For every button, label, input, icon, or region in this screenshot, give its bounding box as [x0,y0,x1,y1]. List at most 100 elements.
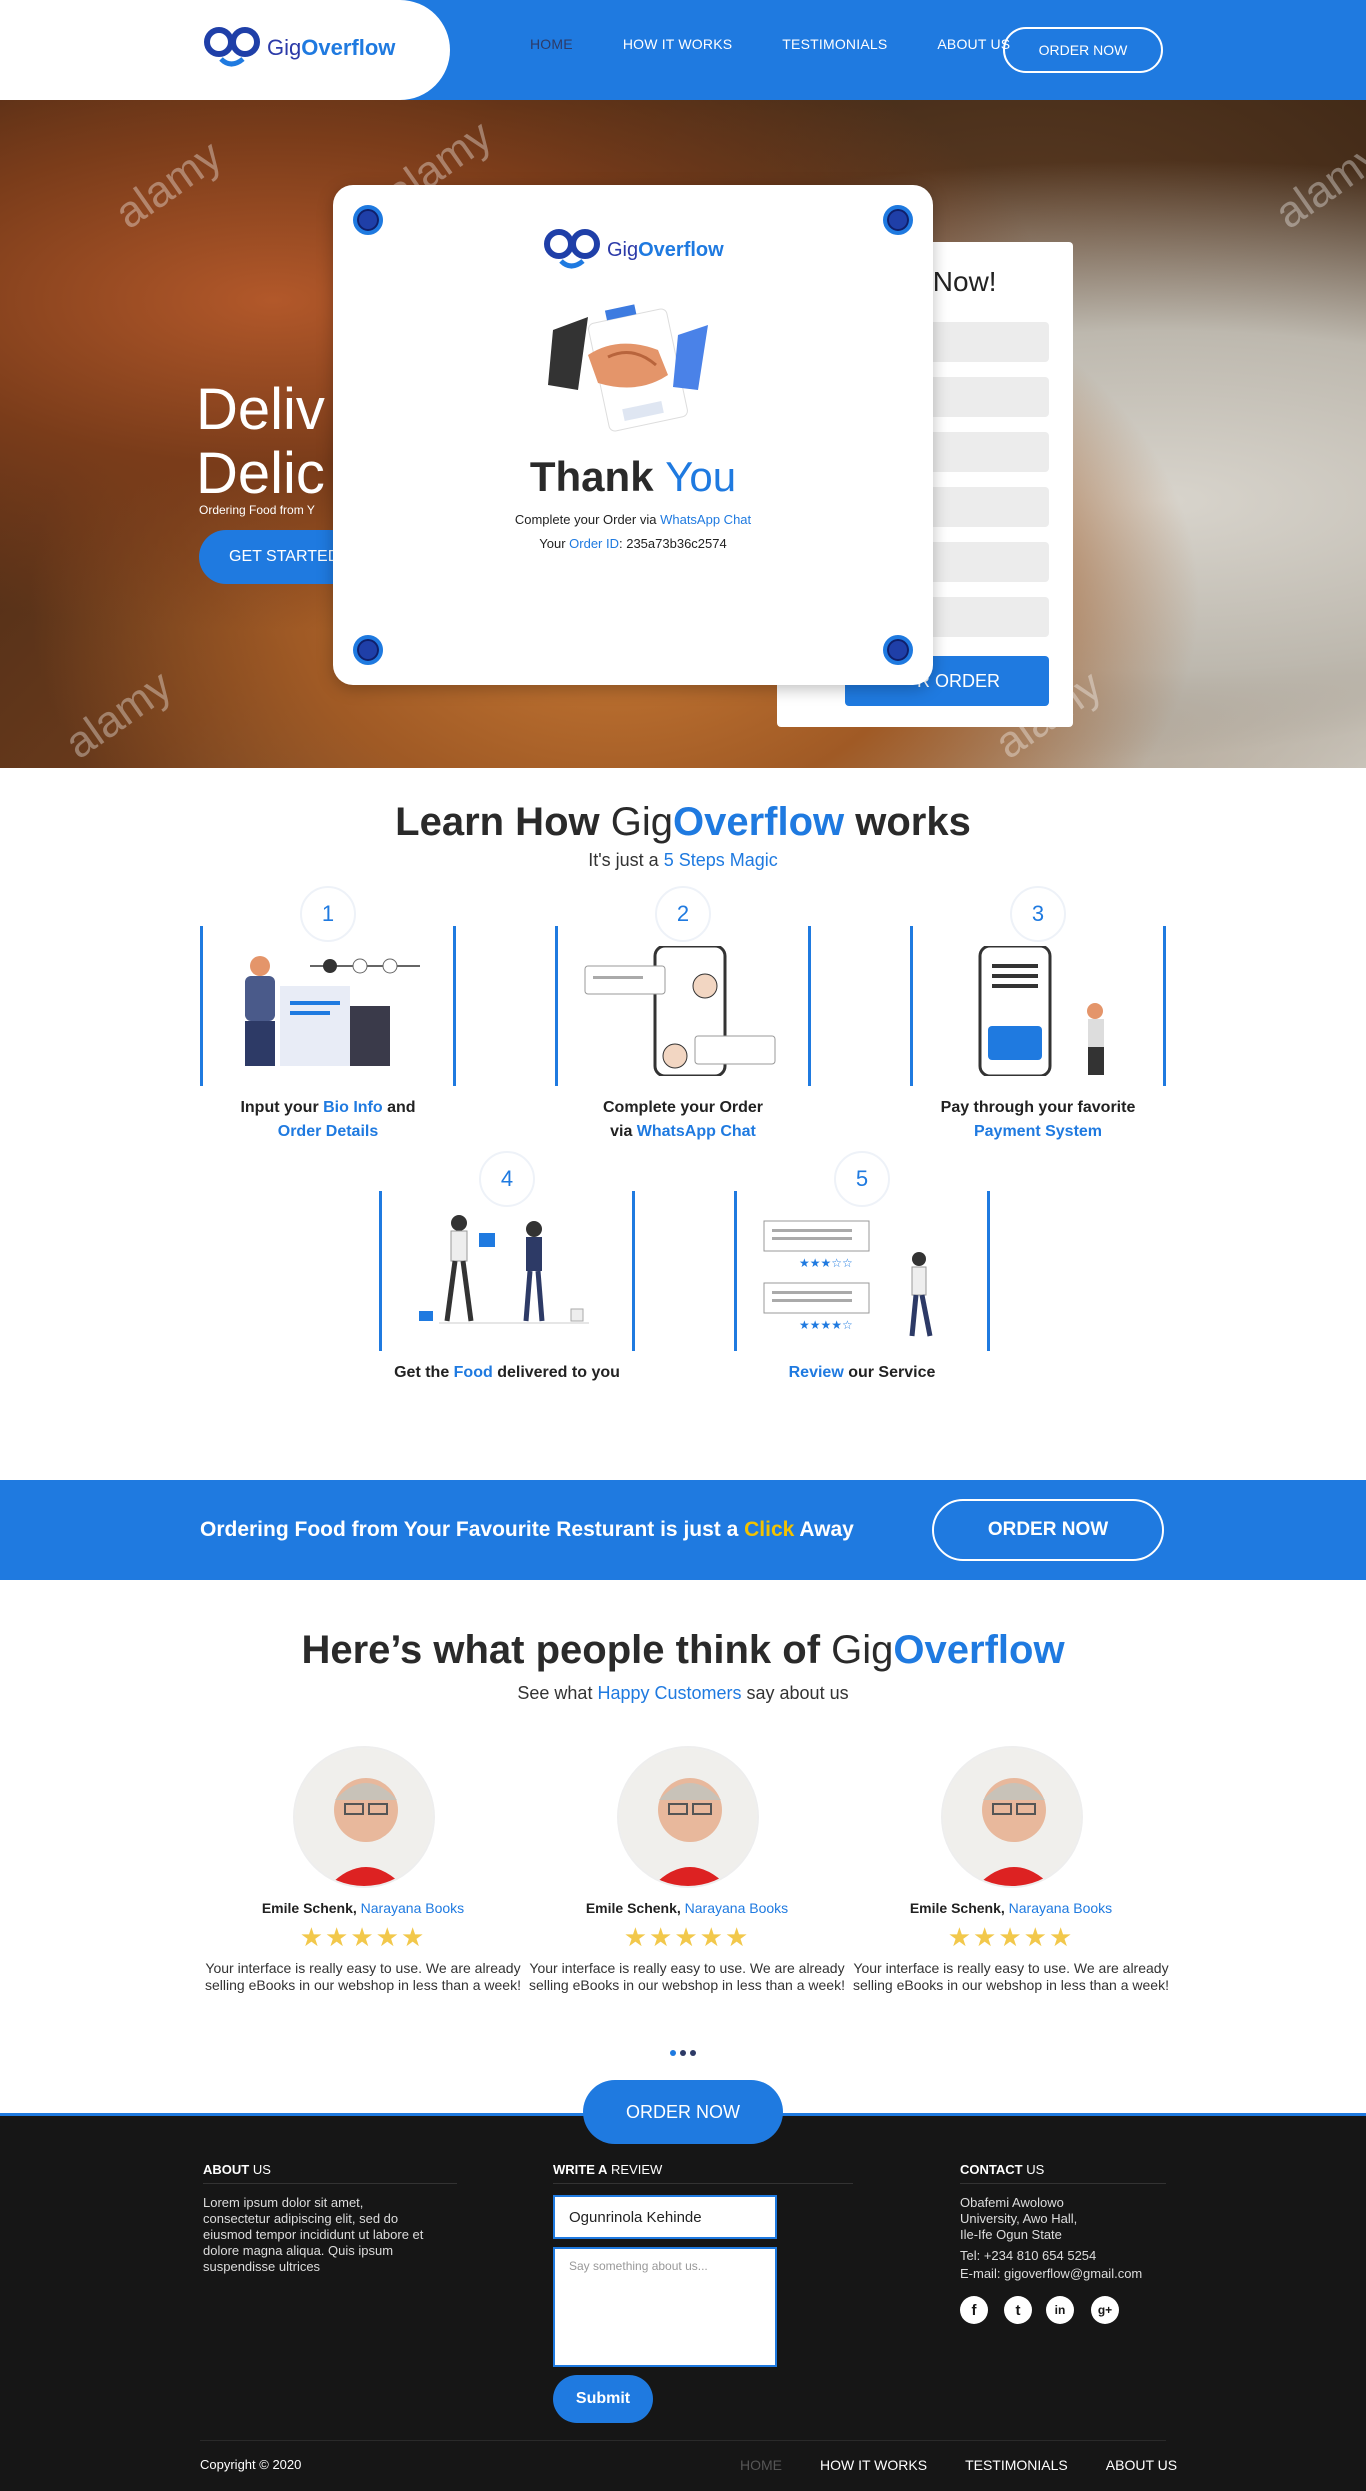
caption-text: Input your [240,1099,324,1116]
linkedin-icon[interactable]: in [1046,2296,1074,2324]
step-number: 3 [1010,886,1066,942]
order-id-value: : 235a73b36c2574 [619,536,727,551]
reviewer-company: Narayana Books [684,1900,789,1916]
watermark: alamy [1266,130,1366,239]
nav-about-us[interactable]: ABOUT US [937,36,1010,52]
how-title-gig: Gig [610,800,673,844]
thank-you-modal: GigOverflow Thank You Complete your Orde… [333,185,933,685]
about-head-bold: ABOUT [203,2162,250,2177]
step-caption: Get the Food delivered to you [339,1361,675,1385]
header-order-now-button[interactable]: ORDER NOW [1003,27,1163,73]
logo-overflow-text: Overflow [301,35,396,60]
person-photo [943,1748,1081,1886]
footer-nav-testimonials[interactable]: TESTIMONIALS [965,2457,1068,2473]
review-textarea[interactable]: Say something about us... [553,2247,777,2367]
footer-email[interactable]: E-mail: gigoverflow@gmail.com [960,2266,1142,2282]
review-head-bold: WRITE A [553,2162,608,2177]
logo-mark-icon [204,27,260,67]
carousel-dot[interactable] [690,2050,696,2056]
svg-text:★★★☆☆: ★★★☆☆ [799,1256,853,1270]
nav-home[interactable]: HOME [530,36,573,52]
contact-head-bold: CONTACT [960,2162,1023,2177]
testimonials-title: Here’s what people think of GigOverflow [0,1628,1366,1673]
caption-highlight: Review [788,1364,844,1381]
watermark: alamy [56,660,181,768]
order-id-line: Your Order ID: 235a73b36c2574 [333,536,933,551]
address-line: Obafemi Awolowo [960,2195,1064,2210]
reviewer-name-text: Emile Schenk [585,1900,677,1916]
step-caption: Complete your Order via WhatsApp Chat [515,1096,851,1144]
facebook-icon[interactable]: f [960,2296,988,2324]
footer-order-now-button[interactable]: ORDER NOW [583,2080,783,2144]
footer-review-heading: WRITE A REVIEW [553,2162,853,2184]
happy-customers-text: Happy Customers [597,1683,742,1703]
caption-highlight: WhatsApp Chat [636,1123,756,1140]
how-title-b: works [844,800,971,844]
footer-nav-about-us[interactable]: ABOUT US [1106,2457,1177,2473]
review-illustration: ★★★☆☆ ★★★★☆ [763,1220,933,1337]
five-steps-link: 5 Steps Magic [663,850,778,870]
footer-about-heading: ABOUT US [203,2162,457,2184]
reviewer-name: Emile Schenk, Narayana Books [909,1900,1113,1916]
you-text: You [665,453,737,500]
star-rating: ★★★★★ [299,1922,427,1952]
nav-testimonials[interactable]: TESTIMONIALS [782,36,887,52]
modal-corner-dot [883,635,913,665]
cta-text-a: Ordering Food from Your Favourite Restur… [200,1518,745,1541]
footer-divider [200,2440,1166,2441]
google-plus-icon[interactable]: g+ [1091,2296,1119,2324]
caption-text: our Service [843,1364,936,1381]
hero-title-line1: Deliv [196,377,325,442]
review-head-rest: REVIEW [607,2162,663,2177]
food-delivery-illustration [419,1215,589,1324]
nav-how-it-works[interactable]: HOW IT WORKS [623,36,732,52]
main-nav: HOME HOW IT WORKS TESTIMONIALS ABOUT US [530,36,1060,52]
how-it-works-subtitle: It's just a 5 Steps Magic [0,850,1366,871]
logo-gig-text: Gig [267,35,302,60]
star-rating: ★★★★★ [947,1922,1075,1952]
site-logo[interactable]: GigOverflow [203,25,395,71]
review-name-input[interactable]: Ogunrinola Kehinde [553,2195,777,2239]
star-rating: ★★★★★ [623,1922,751,1952]
caption-text: via [610,1123,637,1140]
hero-title: Deliv Delic [196,378,325,506]
footer-contact-heading: CONTACT US [960,2162,1166,2184]
copyright-text: Copyright © 2020 [200,2457,302,2472]
modal-logo: GigOverflow [543,227,724,273]
caption-highlight: Payment System [973,1123,1103,1140]
avatar [293,1746,435,1888]
how-title-a: Learn How [395,800,611,844]
avatar [941,1746,1083,1888]
review-submit-button[interactable]: Submit [553,2375,653,2423]
carousel-dot[interactable] [680,2050,686,2056]
cta-text: Ordering Food from Your Favourite Restur… [200,1518,854,1542]
order-id-prefix: Your [539,536,570,551]
caption-highlight: Food [453,1364,493,1381]
step-number: 5 [834,1151,890,1207]
reviewer-name-text: Emile Schenk [261,1900,353,1916]
person-photo [619,1748,757,1886]
reviewer-name: Emile Schenk, Narayana Books [585,1900,789,1916]
step-caption: Review our Service [694,1361,1030,1385]
cta-click-word: Click [744,1518,795,1541]
hero-subtitle: Ordering Food from Y [199,503,315,517]
carousel-dot[interactable] [670,2050,676,2056]
caption-highlight: Order Details [277,1123,379,1140]
whatsapp-chat-link[interactable]: WhatsApp Chat [660,512,751,527]
logo-overflow-text: Overflow [638,238,724,261]
about-head-rest: US [249,2162,271,2177]
cta-order-now-button[interactable]: ORDER NOW [932,1499,1164,1561]
footer-address: Obafemi Awolowo University, Awo Hall, Il… [960,2195,1077,2243]
logo-container: GigOverflow [0,0,450,100]
footer-nav-home[interactable]: HOME [740,2457,782,2473]
how-it-works-title: Learn How GigOverflow works [0,800,1366,845]
reviewer-company: Narayana Books [360,1900,465,1916]
footer-nav-how-it-works[interactable]: HOW IT WORKS [820,2457,927,2473]
caption-text: Complete your Order [602,1099,764,1116]
testimonials-sub-a: See what [517,1683,598,1703]
twitter-icon[interactable]: t [1004,2296,1032,2324]
hero-title-line2: Delic [196,441,325,506]
person-photo [295,1748,433,1886]
carousel-dots [670,2050,696,2056]
address-line: University, Awo Hall, [960,2211,1078,2226]
